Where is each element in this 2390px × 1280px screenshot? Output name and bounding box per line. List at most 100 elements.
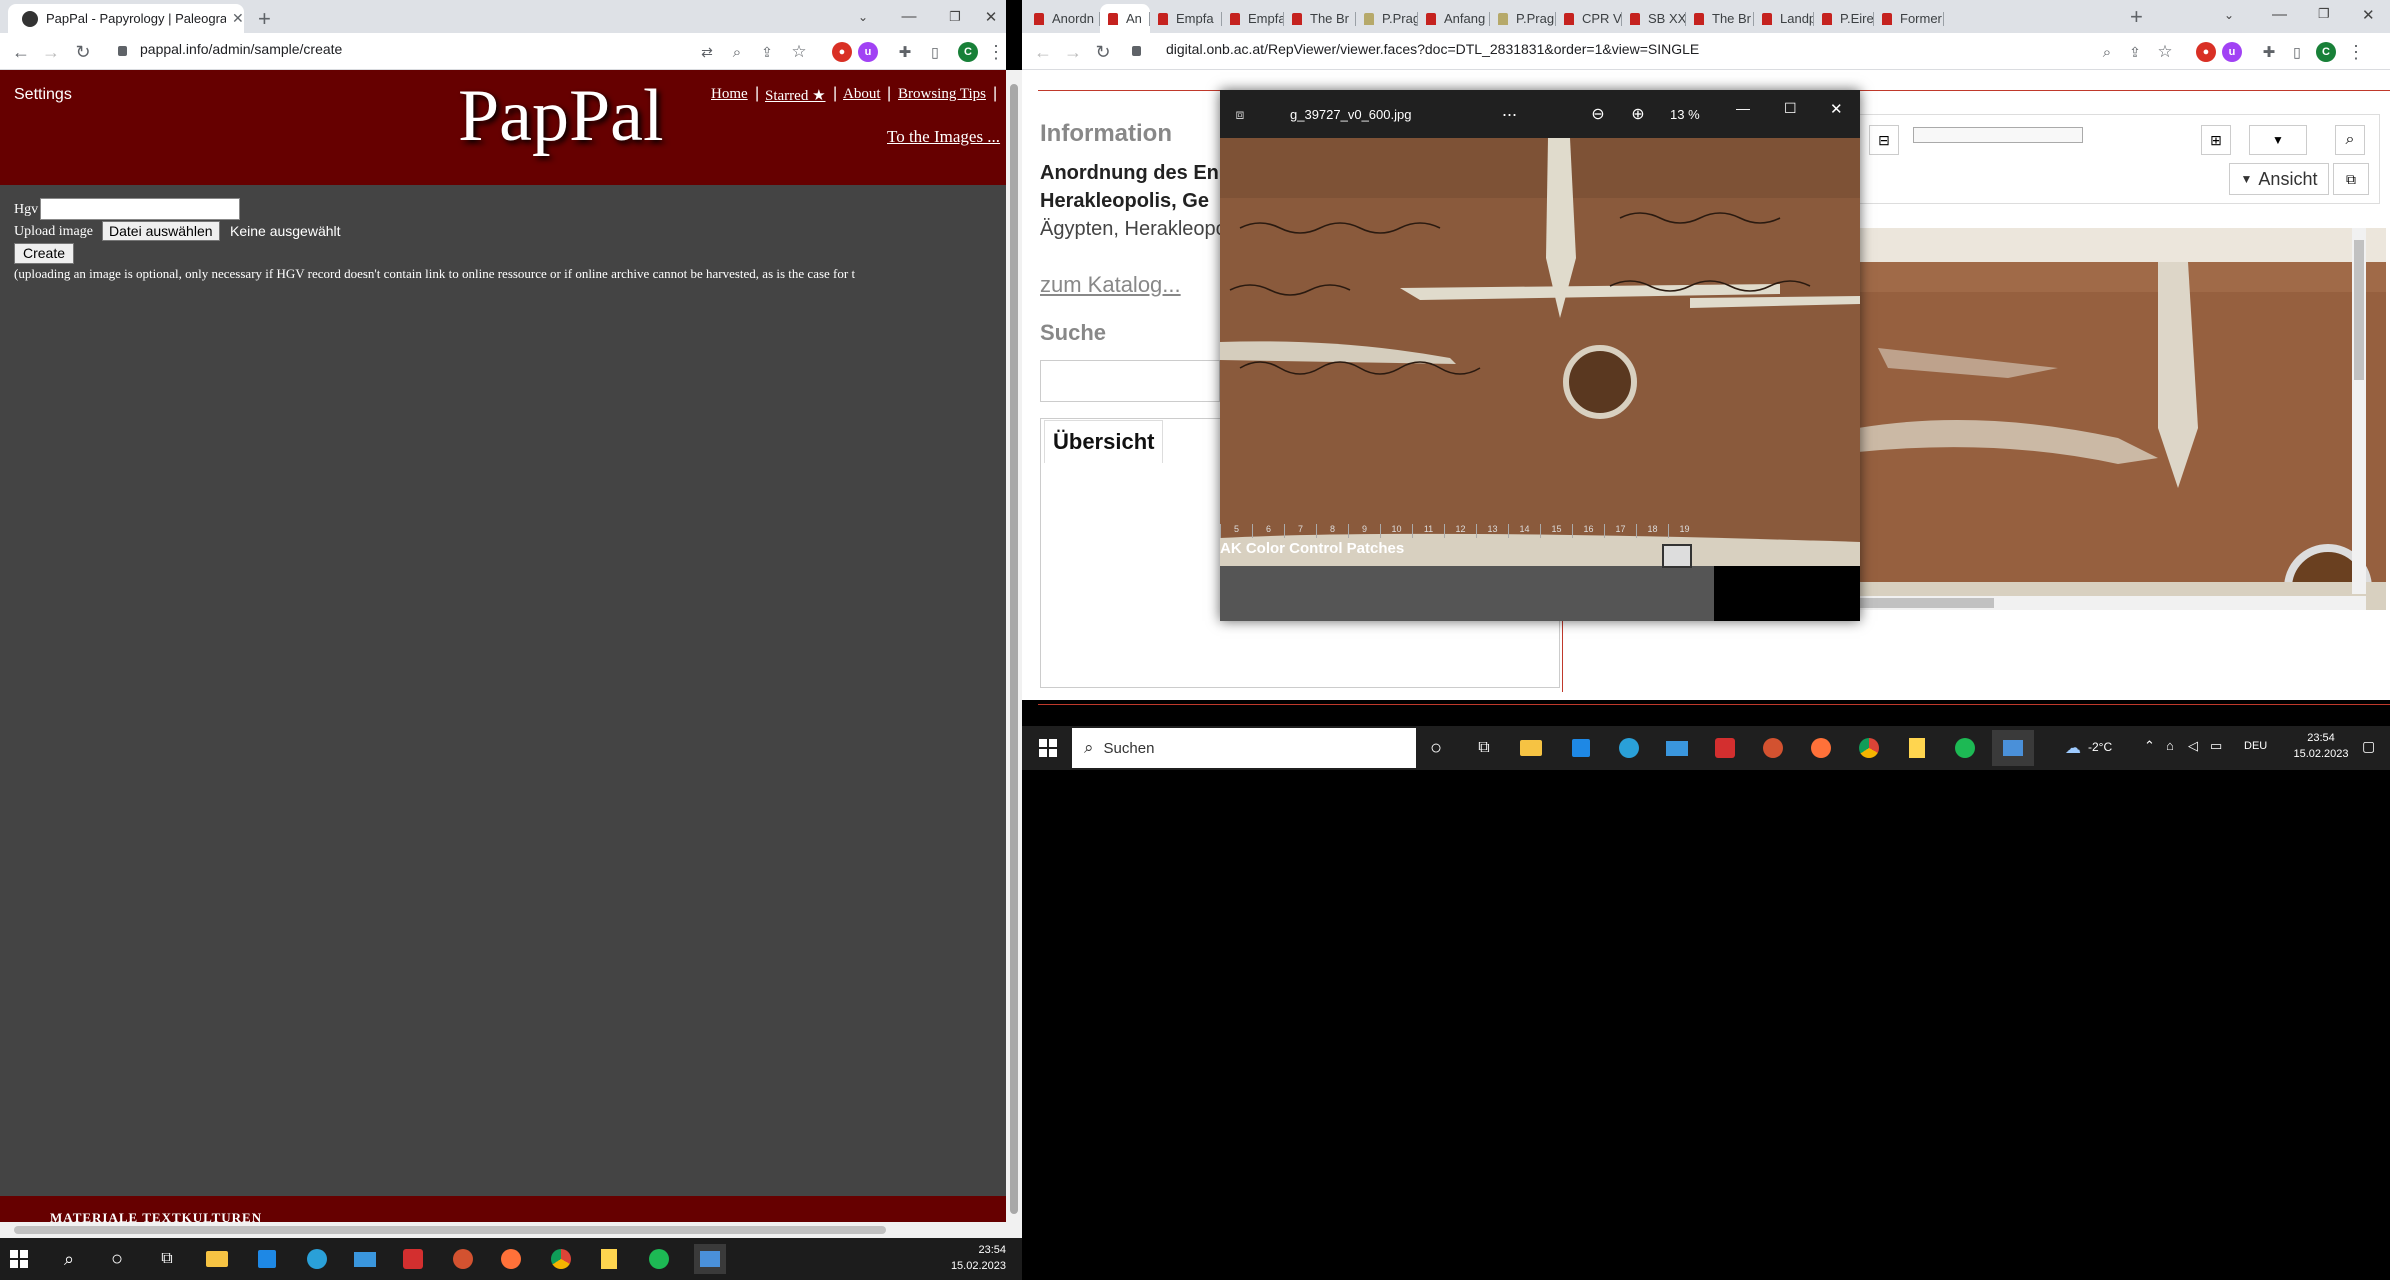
right-tab[interactable]: P.Prag: [1490, 4, 1556, 33]
right-tab-search-icon[interactable]: ⌄: [2224, 8, 2234, 22]
right-chrome-icon[interactable]: [1856, 736, 1882, 760]
right-restore-icon[interactable]: ❐: [2318, 6, 2330, 22]
menu-dots-icon[interactable]: ⋮: [987, 39, 1005, 65]
right-notes-icon[interactable]: [1904, 736, 1930, 760]
battery-icon[interactable]: ▭: [2210, 738, 2222, 754]
right-photos-icon[interactable]: [1992, 730, 2034, 766]
right-tab[interactable]: The Br: [1284, 4, 1356, 33]
catalog-link[interactable]: zum Katalog...: [1040, 272, 1181, 298]
right-edge-icon[interactable]: [1616, 736, 1642, 760]
right-extension-red-icon[interactable]: ●: [2196, 42, 2216, 62]
restore-icon[interactable]: ❐: [932, 0, 978, 33]
close-tab-icon[interactable]: ✕: [232, 10, 244, 27]
extensions-puzzle-icon[interactable]: ✚: [892, 39, 918, 65]
store-icon[interactable]: [254, 1248, 280, 1270]
clock-time[interactable]: 23:54: [966, 1244, 1006, 1256]
address-bar[interactable]: pappal.info/admin/sample/create: [140, 41, 342, 57]
magnifier-icon[interactable]: ⌕: [2335, 125, 2365, 155]
photos-icon[interactable]: [694, 1244, 726, 1274]
reload-icon[interactable]: ↻: [70, 39, 96, 65]
acrobat-icon[interactable]: [400, 1248, 426, 1270]
hgv-input[interactable]: [40, 198, 240, 220]
right-close-window-icon[interactable]: ✕: [2362, 6, 2375, 24]
tab-search-icon[interactable]: ⌄: [840, 0, 886, 33]
right-tab[interactable]: Landp: [1754, 4, 1814, 33]
nav-about-link[interactable]: About: [843, 86, 881, 103]
right-tab[interactable]: Anfang: [1418, 4, 1490, 33]
right-clock-date[interactable]: 15.02.2023: [2288, 748, 2354, 760]
fit-width-icon[interactable]: ⊟: [1869, 125, 1899, 155]
create-button[interactable]: Create: [14, 243, 75, 264]
notes-icon[interactable]: [596, 1248, 622, 1270]
right-new-tab-icon[interactable]: +: [2130, 4, 2143, 30]
right-extension-purple-icon[interactable]: u: [2222, 42, 2242, 62]
bookmark-star-icon[interactable]: ☆: [786, 39, 812, 65]
right-mail-icon[interactable]: [1664, 736, 1690, 760]
zoom-in-icon[interactable]: ⊕: [1628, 104, 1648, 124]
right-task-view-icon[interactable]: ⧉: [1474, 738, 1494, 758]
nav-starred-link[interactable]: Starred ★: [765, 86, 826, 105]
right-spotify-icon[interactable]: [1952, 736, 1978, 760]
zoom-icon[interactable]: ⌕: [724, 39, 750, 65]
powerpoint-icon[interactable]: [450, 1248, 476, 1270]
right-tab[interactable]: P.Prag: [1356, 4, 1418, 33]
nav-browsing-tips-link[interactable]: Browsing Tips: [898, 86, 986, 103]
more-options-button[interactable]: ...: [1502, 100, 1517, 121]
right-forward-icon[interactable]: →: [1060, 39, 1086, 65]
image-info-icon[interactable]: ⧈: [1230, 104, 1250, 124]
right-share-icon[interactable]: ⇪: [2122, 39, 2148, 65]
weather-icon[interactable]: ☁: [2062, 738, 2084, 758]
viewer-hscroll[interactable]: [1858, 596, 2366, 610]
right-store-icon[interactable]: [1568, 736, 1594, 760]
volume-icon[interactable]: ◁: [2188, 738, 2198, 754]
close-window-icon[interactable]: ✕: [976, 0, 1006, 33]
pappal-logo[interactable]: PapPal: [458, 74, 664, 159]
right-windows-start-icon[interactable]: [1038, 738, 1058, 758]
weather-temp[interactable]: -2°C: [2088, 740, 2112, 754]
right-extensions-puzzle-icon[interactable]: ✚: [2256, 39, 2282, 65]
right-bookmark-star-icon[interactable]: ☆: [2152, 39, 2178, 65]
file-explorer-icon[interactable]: [204, 1248, 230, 1270]
photos-minimize-icon[interactable]: —: [1736, 100, 1750, 116]
view-menu-button[interactable]: ▼ Ansicht: [2229, 163, 2329, 195]
fit-page-icon[interactable]: ⊞: [2201, 125, 2231, 155]
sidepanel-icon[interactable]: ▯: [922, 39, 948, 65]
photos-maximize-icon[interactable]: ☐: [1784, 100, 1797, 117]
right-powerpoint-icon[interactable]: [1760, 736, 1786, 760]
right-tab[interactable]: SB XXI: [1622, 4, 1686, 33]
firefox-icon[interactable]: [498, 1248, 524, 1270]
notification-icon[interactable]: ▢: [2362, 738, 2375, 755]
profile-avatar[interactable]: C: [958, 42, 978, 62]
search-input[interactable]: [1040, 360, 1220, 402]
mail-icon[interactable]: [352, 1248, 378, 1270]
papyrus-viewer-canvas[interactable]: [1858, 228, 2386, 610]
right-tab[interactable]: Empfa: [1222, 4, 1284, 33]
minimize-icon[interactable]: —: [886, 0, 932, 33]
right-clock-time[interactable]: 23:54: [2288, 732, 2354, 744]
clock-date[interactable]: 15.02.2023: [940, 1260, 1006, 1272]
cortana-icon[interactable]: ○: [106, 1248, 128, 1270]
right-reload-icon[interactable]: ↻: [1090, 39, 1116, 65]
right-tab[interactable]: Anordn: [1026, 4, 1100, 33]
settings-link[interactable]: Settings: [14, 86, 72, 104]
tab-overview[interactable]: Übersicht: [1044, 420, 1164, 463]
fullscreen-icon[interactable]: ⧉: [2333, 163, 2369, 195]
tab-pappal[interactable]: PapPal - Papyrology | Paleograph ✕: [8, 4, 244, 33]
right-profile-avatar[interactable]: C: [2316, 42, 2336, 62]
right-cortana-icon[interactable]: ○: [1426, 737, 1446, 759]
right-firefox-icon[interactable]: [1808, 736, 1834, 760]
share-icon[interactable]: ⇪: [754, 39, 780, 65]
right-sidepanel-icon[interactable]: ▯: [2284, 39, 2310, 65]
papyrus-photo[interactable]: 5 6 7 8 9 10 11 12 13 14 15 16 17 18 19 AK Color Contr…: [1220, 138, 1860, 621]
tray-chevron-icon[interactable]: ⌃: [2144, 738, 2155, 754]
nav-home-link[interactable]: Home: [711, 86, 748, 103]
network-icon[interactable]: ⌂: [2166, 738, 2174, 753]
horizontal-scrollbar[interactable]: [0, 1222, 1006, 1238]
to-the-images-link[interactable]: To the Images ...: [887, 127, 1000, 147]
windows-start-icon[interactable]: [8, 1248, 30, 1270]
right-tab[interactable]: Empfa: [1150, 4, 1222, 33]
language-indicator[interactable]: DEU: [2244, 740, 2267, 752]
right-minimize-icon[interactable]: —: [2272, 6, 2287, 23]
right-menu-dots-icon[interactable]: ⋮: [2347, 39, 2365, 65]
right-acrobat-icon[interactable]: [1712, 736, 1738, 760]
